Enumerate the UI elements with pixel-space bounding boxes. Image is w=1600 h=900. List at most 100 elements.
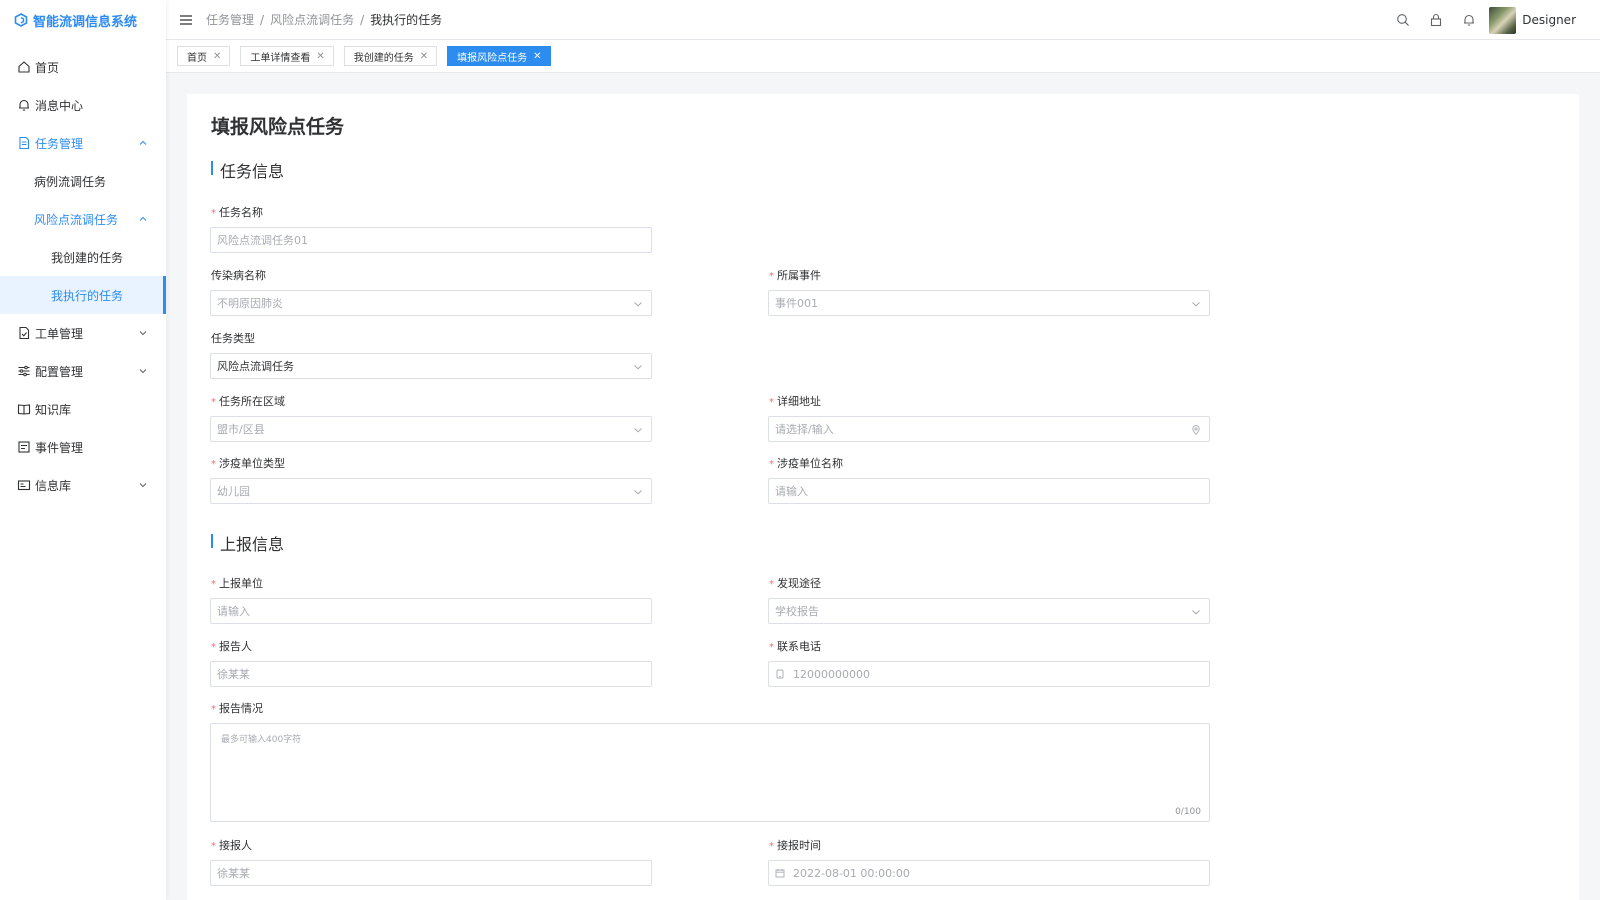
disease-name-label: 传染病名称 <box>211 267 266 283</box>
sidebar-item-knowledge[interactable]: 知识库 <box>0 390 166 428</box>
app-logo[interactable]: 智能流调信息系统 <box>0 0 166 40</box>
sidebar-item-work-orders[interactable]: 工单管理 <box>0 314 166 352</box>
label-text: 详细地址 <box>777 395 821 408</box>
tab-home[interactable]: 首页 ✕ <box>177 46 231 66</box>
sidebar-item-config[interactable]: 配置管理 <box>0 352 166 390</box>
phone-input[interactable]: 12000000000 <box>768 661 1210 687</box>
chevron-down-icon <box>634 302 642 307</box>
input-placeholder: 请输入 <box>217 605 250 618</box>
chevron-up-icon <box>139 216 147 221</box>
document-icon <box>19 136 30 150</box>
chevron-down-icon <box>634 428 642 433</box>
sidebar-item-risk-tasks[interactable]: 风险点流调任务 <box>0 200 166 238</box>
required-mark: * <box>769 642 774 653</box>
label-text: 任务类型 <box>211 332 255 345</box>
search-icon[interactable] <box>1396 13 1410 27</box>
close-icon[interactable]: ✕ <box>420 51 428 62</box>
address-input[interactable]: 请选择/输入 <box>768 416 1210 442</box>
close-icon[interactable]: ✕ <box>213 51 221 62</box>
sidebar-menu: 首页 消息中心 任务管理 病例流调任务 风险点流调任务 我创建的任务 我执行的任… <box>0 40 166 504</box>
reporter-input[interactable]: 徐某某 <box>210 661 652 687</box>
receiver-input[interactable]: 徐某某 <box>210 860 652 886</box>
home-icon <box>18 61 30 73</box>
sidebar-item-home[interactable]: 首页 <box>0 48 166 86</box>
receive-time-picker[interactable]: 2022-08-01 00:00:00 <box>768 860 1210 886</box>
username[interactable]: Designer <box>1522 13 1576 27</box>
required-mark: * <box>211 841 216 852</box>
sidebar-item-label: 任务管理 <box>35 136 84 151</box>
required-mark: * <box>211 208 216 219</box>
sidebar-item-label: 事件管理 <box>35 440 84 455</box>
input-value: 盟市/区县 <box>217 423 265 436</box>
label-text: 所属事件 <box>777 269 821 282</box>
label-text: 上报单位 <box>219 577 263 590</box>
required-mark: * <box>769 271 774 282</box>
menu-toggle-icon[interactable] <box>180 14 192 25</box>
chevron-down-icon <box>139 483 147 488</box>
logo-icon <box>14 13 28 27</box>
label-text: 传染病名称 <box>211 269 266 282</box>
disease-name-select[interactable]: 不明原因肺炎 <box>210 290 652 316</box>
sidebar-item-task-management[interactable]: 任务管理 <box>0 124 166 162</box>
sidebar-item-events[interactable]: 事件管理 <box>0 428 166 466</box>
tab-label: 我创建的任务 <box>353 52 414 64</box>
card-icon <box>17 480 31 491</box>
close-icon[interactable]: ✕ <box>316 51 324 62</box>
event-label: * 所属事件 <box>769 267 821 283</box>
input-placeholder: 请输入 <box>775 485 808 498</box>
breadcrumb: 任务管理 / 风险点流调任务 / 我执行的任务 <box>206 11 442 28</box>
chevron-down-icon <box>634 490 642 495</box>
page-title: 填报风险点任务 <box>211 116 345 138</box>
sidebar-item-label: 我执行的任务 <box>51 288 124 303</box>
label-text: 接报时间 <box>777 839 821 852</box>
required-mark: * <box>769 397 774 408</box>
sidebar-item-label: 消息中心 <box>35 98 84 113</box>
chevron-down-icon <box>1192 610 1200 615</box>
sidebar-item-executed-tasks[interactable]: 我执行的任务 <box>0 276 166 314</box>
report-unit-input[interactable]: 请输入 <box>210 598 652 624</box>
tab-label: 工单详情查看 <box>250 52 311 64</box>
bell-icon[interactable] <box>1462 13 1476 27</box>
report-status-label: * 报告情况 <box>211 700 263 716</box>
sidebar-item-created-tasks[interactable]: 我创建的任务 <box>0 238 166 276</box>
area-select[interactable]: 盟市/区县 <box>210 416 652 442</box>
tab-label: 填报风险点任务 <box>457 52 528 64</box>
required-mark: * <box>769 579 774 590</box>
task-type-select[interactable]: 风险点流调任务 <box>210 353 652 379</box>
char-counter: 0/100 <box>1175 807 1201 817</box>
sidebar-item-label: 我创建的任务 <box>51 250 124 265</box>
chevron-up-icon <box>139 140 147 145</box>
report-status-textarea[interactable]: 最多可输入400字符 0/100 <box>210 723 1210 822</box>
avatar[interactable] <box>1489 6 1517 34</box>
breadcrumb-item[interactable]: 风险点流调任务 <box>270 11 354 28</box>
input-value: 徐某某 <box>217 867 250 880</box>
event-select[interactable]: 事件001 <box>768 290 1210 316</box>
input-value: 不明原因肺炎 <box>217 297 283 310</box>
sidebar-item-messages[interactable]: 消息中心 <box>0 86 166 124</box>
unit-type-select[interactable]: 幼儿园 <box>210 478 652 504</box>
unit-type-label: * 涉疫单位类型 <box>211 455 285 471</box>
top-header: 任务管理 / 风险点流调任务 / 我执行的任务 Designer <box>166 0 1600 40</box>
book-icon <box>17 404 31 415</box>
input-value: 幼儿园 <box>217 485 250 498</box>
close-icon[interactable]: ✕ <box>533 51 541 62</box>
label-text: 任务名称 <box>219 206 263 219</box>
sidebar-item-label: 信息库 <box>35 478 72 493</box>
tab-created-tasks[interactable]: 我创建的任务 ✕ <box>343 46 438 66</box>
tab-fill-risk-task[interactable]: 填报风险点任务 ✕ <box>447 46 551 66</box>
task-name-input[interactable]: 风险点流调任务01 <box>210 227 652 253</box>
sidebar-item-label: 首页 <box>35 60 60 75</box>
address-label: * 详细地址 <box>769 393 821 409</box>
location-pin-icon[interactable] <box>1191 425 1201 435</box>
breadcrumb-item[interactable]: 任务管理 <box>206 11 254 28</box>
discovery-select[interactable]: 学校报告 <box>768 598 1210 624</box>
sidebar-item-case-tasks[interactable]: 病例流调任务 <box>0 162 166 200</box>
reporter-label: * 报告人 <box>211 638 252 654</box>
sidebar-item-label: 工单管理 <box>35 326 84 341</box>
breadcrumb-separator: / <box>360 12 365 27</box>
tab-work-order-detail[interactable]: 工单详情查看 ✕ <box>240 46 334 66</box>
sidebar-item-info-library[interactable]: 信息库 <box>0 466 166 504</box>
label-text: 发现途径 <box>777 577 821 590</box>
unit-name-input[interactable]: 请输入 <box>768 478 1210 504</box>
lock-icon[interactable] <box>1429 13 1443 27</box>
